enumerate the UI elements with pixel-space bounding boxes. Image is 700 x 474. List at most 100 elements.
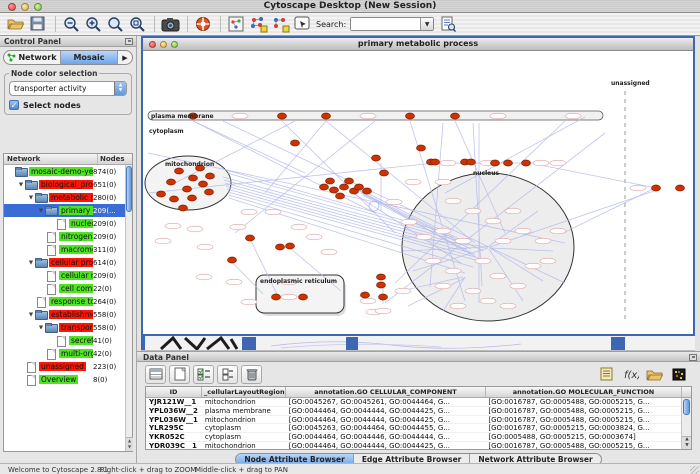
network-node[interactable] bbox=[361, 292, 370, 298]
tree-scrollbar-thumb[interactable] bbox=[126, 166, 132, 212]
network-node[interactable] bbox=[676, 185, 685, 191]
network-node[interactable] bbox=[189, 175, 198, 181]
network-node[interactable] bbox=[330, 187, 339, 193]
tree-row[interactable]: unassigned223(0) bbox=[4, 360, 125, 373]
tree-row[interactable]: ▼biological_process651(0) bbox=[4, 178, 125, 191]
tree-row[interactable]: mosaic-demo-yeast874(0) bbox=[4, 165, 125, 178]
resize-grip[interactable] bbox=[690, 466, 699, 474]
tab-mosaic[interactable]: Mosaic bbox=[61, 51, 118, 64]
network-node[interactable] bbox=[340, 184, 349, 190]
tree-row[interactable]: nitrogen compo209(0) bbox=[4, 230, 125, 243]
network-view-window[interactable]: primary metabolic process bbox=[141, 36, 695, 336]
network-node[interactable] bbox=[406, 113, 415, 119]
network-node[interactable] bbox=[320, 184, 329, 190]
network-canvas[interactable]: plasma membrane cytoplasm mitochondrion … bbox=[143, 51, 693, 334]
attribute-list-icon[interactable] bbox=[596, 365, 617, 384]
network-node[interactable] bbox=[278, 113, 287, 119]
network-node[interactable] bbox=[377, 274, 386, 280]
tree-row[interactable]: ▼metabolic process280(0) bbox=[4, 191, 125, 204]
import-attributes-icon[interactable] bbox=[644, 365, 665, 384]
network-node[interactable] bbox=[205, 189, 214, 195]
tree-row[interactable]: cellular metabo209(0) bbox=[4, 269, 125, 282]
tree-expand-icon[interactable]: ▼ bbox=[37, 208, 45, 214]
tree-expand-icon[interactable]: ▼ bbox=[37, 325, 45, 331]
tree-expand-icon[interactable]: ▼ bbox=[17, 182, 25, 188]
delete-attribute-icon[interactable] bbox=[241, 365, 262, 384]
network-node[interactable] bbox=[467, 159, 476, 165]
table-row[interactable]: YPL036W__1mitochondrion[GO:0044464, GO:0… bbox=[146, 416, 681, 425]
tree-expand-icon[interactable]: ▼ bbox=[27, 312, 35, 318]
tree-row[interactable]: cell communicat22(0) bbox=[4, 282, 125, 295]
tree-row[interactable]: response to stimul264(0) bbox=[4, 295, 125, 308]
network-node[interactable] bbox=[491, 160, 500, 166]
network-node[interactable] bbox=[322, 113, 331, 119]
zoom-out-icon[interactable] bbox=[61, 15, 81, 33]
network-node[interactable] bbox=[652, 185, 661, 191]
column-header[interactable]: annotation.GO CELLULAR_COMPONENT bbox=[286, 387, 486, 397]
network-node[interactable] bbox=[417, 145, 426, 151]
select-import-icon[interactable] bbox=[292, 15, 312, 33]
network-node[interactable] bbox=[522, 160, 531, 166]
network-node[interactable] bbox=[372, 155, 381, 161]
float-data-panel-icon[interactable] bbox=[689, 354, 697, 361]
tree-row[interactable]: ▼transport558(0) bbox=[4, 321, 125, 334]
network-node[interactable] bbox=[188, 195, 197, 201]
network-node[interactable] bbox=[380, 170, 389, 176]
tree-row[interactable]: ▼establishment of lo558(0) bbox=[4, 308, 125, 321]
background-windows-strip[interactable] bbox=[141, 336, 695, 351]
open-icon[interactable] bbox=[6, 15, 26, 33]
network-node[interactable] bbox=[206, 173, 215, 179]
snapshot-icon[interactable] bbox=[160, 15, 180, 33]
tree-row[interactable]: nucleobase-209(0) bbox=[4, 217, 125, 230]
table-row[interactable]: YPL036W__2plasma membrane[GO:0044464, GO… bbox=[146, 407, 681, 416]
network-node[interactable] bbox=[355, 184, 364, 190]
attribute-grid-icon[interactable] bbox=[145, 365, 166, 384]
network-node[interactable] bbox=[504, 160, 513, 166]
tree-row[interactable]: macromolecule311(0) bbox=[4, 243, 125, 256]
network-node[interactable] bbox=[228, 257, 237, 263]
search-box[interactable]: ▼ bbox=[350, 17, 434, 31]
zoom-in-icon[interactable] bbox=[83, 15, 103, 33]
function-builder-icon[interactable]: f(x) bbox=[620, 365, 641, 384]
zoom-fit-icon[interactable] bbox=[127, 15, 147, 33]
select-nodes-checkbox[interactable]: ✓ bbox=[9, 100, 19, 110]
unselect-attributes-icon[interactable] bbox=[217, 365, 238, 384]
network-node[interactable] bbox=[167, 179, 176, 185]
table-row[interactable]: YLR295Ccytoplasm[GO:0045263, GO:0044464,… bbox=[146, 424, 681, 433]
network-node[interactable] bbox=[377, 282, 386, 288]
network-window-titlebar[interactable]: primary metabolic process bbox=[143, 38, 693, 51]
filter-icon[interactable] bbox=[270, 15, 290, 33]
network-node[interactable] bbox=[345, 178, 354, 184]
network-node[interactable] bbox=[246, 235, 255, 241]
tab-overflow-arrow[interactable]: ▶ bbox=[118, 51, 132, 64]
network-node[interactable] bbox=[199, 181, 208, 187]
tree-row[interactable]: ▼cellular process614(0) bbox=[4, 256, 125, 269]
table-scrollbar-buttons[interactable]: ▲▼ bbox=[682, 436, 692, 449]
tree-scrollbar[interactable]: ▲▼ bbox=[125, 165, 132, 451]
network-node[interactable] bbox=[272, 294, 281, 300]
node-color-dropdown[interactable]: transporter activity ▲▼ bbox=[9, 81, 127, 96]
network-node[interactable] bbox=[179, 205, 188, 211]
search-input[interactable] bbox=[351, 18, 420, 30]
tree-expand-icon[interactable]: ▼ bbox=[27, 260, 35, 266]
float-panel-icon[interactable] bbox=[125, 38, 133, 45]
vizmapper-icon[interactable] bbox=[248, 15, 268, 33]
network-node[interactable] bbox=[286, 243, 295, 249]
tree-row[interactable]: ▼primary metabo209(... bbox=[4, 204, 125, 217]
network-node[interactable] bbox=[183, 186, 192, 192]
matrix-icon[interactable] bbox=[668, 365, 689, 384]
tree-row[interactable]: Overview8(0) bbox=[4, 373, 125, 386]
new-attribute-icon[interactable] bbox=[169, 365, 190, 384]
tree-expand-icon[interactable]: ▼ bbox=[27, 195, 35, 201]
network-node[interactable] bbox=[175, 168, 184, 174]
tab-network[interactable]: Network bbox=[4, 51, 61, 64]
network-node[interactable] bbox=[431, 159, 440, 165]
table-scrollbar-thumb[interactable] bbox=[683, 399, 690, 415]
network-node[interactable] bbox=[157, 191, 166, 197]
network-node[interactable] bbox=[379, 294, 388, 300]
search-dropdown-arrow[interactable]: ▼ bbox=[420, 18, 433, 30]
network-node[interactable] bbox=[291, 140, 300, 146]
select-attributes-icon[interactable] bbox=[193, 365, 214, 384]
advanced-search-icon[interactable] bbox=[438, 15, 458, 33]
save-icon[interactable] bbox=[28, 15, 48, 33]
